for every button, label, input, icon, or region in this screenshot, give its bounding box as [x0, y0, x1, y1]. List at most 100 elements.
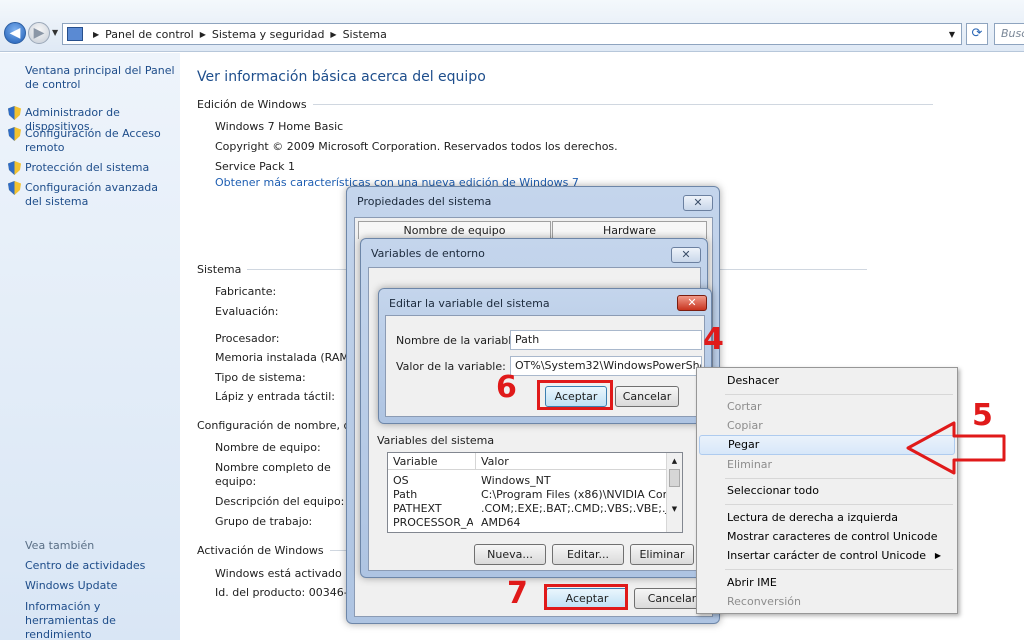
tab-computer-name[interactable]: Nombre de equipo — [358, 221, 551, 239]
cancel-button[interactable]: Cancelar — [615, 386, 679, 407]
see-also-action-center[interactable]: Centro de actividades — [25, 559, 175, 573]
copyright-text: Copyright © 2009 Microsoft Corporation. … — [215, 140, 618, 153]
annotation-highlight-ok-system — [544, 584, 628, 610]
forward-button[interactable]: ▶ — [28, 22, 50, 44]
submenu-arrow-icon: ▶ — [934, 551, 941, 560]
close-icon: ✕ — [687, 296, 697, 309]
activation-status: Windows está activado — [215, 567, 342, 580]
dialog-title: Editar la variable del sistema — [389, 297, 550, 310]
breadcrumb-item-system[interactable]: Sistema — [343, 28, 387, 41]
see-also-performance-tools[interactable]: Información y herramientas de rendimient… — [25, 600, 175, 640]
breadcrumb[interactable]: ▶ Panel de control ▶ Sistema y seguridad… — [62, 23, 962, 45]
history-dropdown-icon[interactable]: ▼ — [52, 28, 58, 37]
column-header-value[interactable]: Valor — [476, 453, 667, 470]
sidebar: Ventana principal del Panel de control A… — [0, 53, 180, 640]
close-button[interactable]: ✕ — [671, 247, 701, 263]
label-computer-name: Nombre de equipo: — [215, 441, 321, 454]
control-panel-icon — [67, 27, 83, 41]
close-button[interactable]: ✕ — [683, 195, 713, 211]
address-dropdown-icon[interactable]: ▼ — [943, 30, 961, 39]
edition-text: Windows 7 Home Basic — [215, 120, 344, 133]
label-computer-description: Descripción del equipo: — [215, 495, 345, 508]
sidebar-item-system-protection[interactable]: Protección del sistema — [8, 161, 176, 175]
table-row[interactable]: PATHEXT .COM;.EXE;.BAT;.CMD;.VBS;.VBE;.JS… — [388, 502, 668, 516]
section-divider — [312, 104, 933, 105]
section-activation: Activación de Windows — [197, 544, 370, 557]
scrollbar[interactable]: ▲ ▼ — [666, 453, 682, 532]
back-arrow-icon: ◀ — [9, 25, 21, 41]
refresh-button[interactable]: ⟳ — [966, 23, 988, 45]
close-icon: ✕ — [681, 248, 691, 261]
variable-name-input[interactable]: Path — [510, 330, 702, 350]
menu-item-select-all[interactable]: Seleccionar todo — [699, 481, 955, 501]
menu-item-cut[interactable]: Cortar — [699, 397, 955, 417]
label-manufacturer: Fabricante: — [215, 285, 277, 298]
search-input[interactable]: Buscar — [994, 23, 1024, 45]
service-pack-text: Service Pack 1 — [215, 160, 295, 173]
section-header: Activación de Windows — [197, 544, 324, 557]
annotation-arrow-icon — [906, 421, 1006, 475]
tab-hardware[interactable]: Hardware — [552, 221, 707, 239]
section-header: Configuración de nombre, dom — [197, 419, 368, 432]
table-row[interactable]: OS Windows_NT — [388, 474, 668, 488]
system-variables-label: Variables del sistema — [377, 434, 495, 447]
breadcrumb-separator-icon[interactable]: ▶ — [93, 30, 99, 39]
annotation-highlight-ok-edit — [537, 380, 613, 410]
section-header: Edición de Windows — [197, 98, 307, 111]
section-header: Sistema — [197, 263, 242, 276]
label-pen-touch: Lápiz y entrada táctil: — [215, 390, 335, 403]
forward-arrow-icon: ▶ — [33, 25, 45, 41]
menu-item-insert-unicode[interactable]: Insertar carácter de control Unicode ▶ — [699, 546, 955, 566]
variable-name-label: Nombre de la variable: — [396, 334, 522, 347]
cell-value: Windows_NT — [481, 474, 551, 487]
section-edition: Edición de Windows — [197, 98, 933, 111]
annotation-number-6: 6 — [496, 370, 517, 405]
menu-item-reconversion[interactable]: Reconversión — [699, 592, 955, 612]
dialog-title: Variables de entorno — [371, 247, 485, 260]
see-also-windows-update[interactable]: Windows Update — [25, 579, 175, 593]
variable-value-input[interactable]: OT%\System32\WindowsPowerShell\v1.0\; — [510, 356, 702, 376]
label-processor: Procesador: — [215, 332, 280, 345]
scroll-down-icon[interactable]: ▼ — [667, 505, 682, 513]
table-row[interactable]: PROCESSOR_A... AMD64 — [388, 516, 668, 530]
cell-variable: PROCESSOR_A... — [393, 516, 473, 529]
delete-button[interactable]: Eliminar — [630, 544, 694, 565]
shield-icon — [8, 161, 21, 175]
sidebar-item-label: Configuración de Acceso remoto — [25, 127, 161, 154]
edit-button[interactable]: Editar... — [552, 544, 624, 565]
new-button[interactable]: Nueva... — [474, 544, 546, 565]
label-workgroup: Grupo de trabajo: — [215, 515, 313, 528]
menu-item-rtl-reading[interactable]: Lectura de derecha a izquierda — [699, 508, 955, 528]
breadcrumb-separator-icon[interactable]: ▶ — [200, 30, 206, 39]
breadcrumb-item-system-security[interactable]: Sistema y seguridad — [212, 28, 325, 41]
back-button[interactable]: ◀ — [4, 22, 26, 44]
cell-variable: OS — [393, 474, 409, 487]
sidebar-item-remote-access[interactable]: Configuración de Acceso remoto — [8, 127, 176, 155]
scroll-thumb[interactable] — [669, 469, 680, 487]
context-menu: Deshacer Cortar Copiar Pegar Eliminar Se… — [696, 367, 958, 614]
scroll-up-icon[interactable]: ▲ — [667, 457, 682, 465]
menu-item-open-ime[interactable]: Abrir IME — [699, 573, 955, 593]
cell-variable: PATHEXT — [393, 502, 442, 515]
section-computer-name: Configuración de nombre, dom — [197, 419, 368, 432]
label-system-type: Tipo de sistema: — [215, 371, 306, 384]
refresh-icon: ⟳ — [971, 26, 983, 41]
menu-separator — [725, 478, 953, 479]
annotation-number-7: 7 — [507, 576, 528, 611]
sidebar-link-control-panel-home[interactable]: Ventana principal del Panel de control — [25, 64, 175, 92]
cell-value: .COM;.EXE;.BAT;.CMD;.VBS;.VBE;.JS;.... — [481, 502, 667, 515]
cell-value: AMD64 — [481, 516, 521, 529]
close-button[interactable]: ✕ — [677, 295, 707, 311]
breadcrumb-item-control-panel[interactable]: Panel de control — [105, 28, 194, 41]
breadcrumb-separator-icon[interactable]: ▶ — [330, 30, 336, 39]
menu-item-show-unicode[interactable]: Mostrar caracteres de control Unicode — [699, 527, 955, 547]
dialog-title: Propiedades del sistema — [357, 195, 492, 208]
sidebar-item-advanced-settings[interactable]: Configuración avanzada del sistema — [8, 181, 176, 209]
column-header-variable[interactable]: Variable — [388, 453, 476, 470]
menu-item-undo[interactable]: Deshacer — [699, 371, 955, 391]
shield-icon — [8, 127, 21, 141]
menu-separator — [725, 504, 953, 505]
table-row[interactable]: Path C:\Program Files (x86)\NVIDIA Corpor… — [388, 488, 668, 502]
close-icon: ✕ — [693, 196, 703, 209]
cell-variable: Path — [393, 488, 418, 501]
